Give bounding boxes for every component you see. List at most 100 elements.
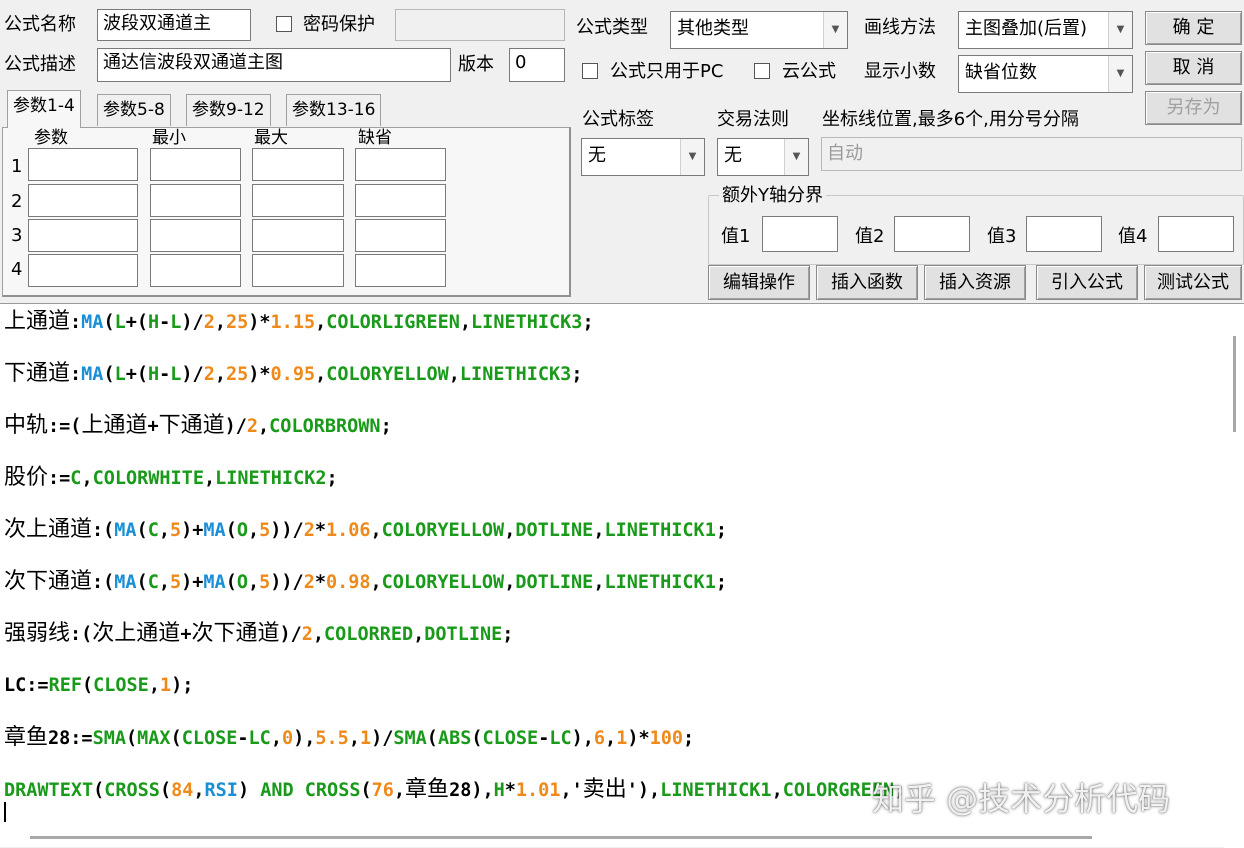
code-token: 章鱼: [405, 777, 450, 802]
chevron-down-icon[interactable]: ▼: [784, 139, 808, 175]
chevron-down-icon[interactable]: ▼: [1108, 12, 1132, 48]
code-token: ,: [214, 364, 226, 385]
code-token: )/: [181, 312, 204, 333]
code-token: 0: [281, 728, 294, 749]
code-token: 次上通道: [92, 621, 181, 646]
code-line: 强弱线:(次上通道+次下通道)/2,COLORRED,DOTLINE;: [4, 620, 513, 649]
param-default-input[interactable]: [355, 148, 446, 181]
param-name-input[interactable]: [28, 254, 138, 287]
param-max-input[interactable]: [252, 254, 344, 287]
code-token: ,: [605, 728, 617, 749]
code-token: 2: [203, 312, 215, 333]
param-header-max: 最大: [254, 128, 288, 148]
code-token: ;: [571, 364, 583, 385]
param-name-input[interactable]: [28, 219, 138, 252]
code-token: ,: [593, 520, 605, 541]
ok-button[interactable]: 确 定: [1145, 11, 1242, 45]
code-token: ,: [247, 572, 260, 593]
tab-params-1-4[interactable]: 参数1-4: [7, 90, 81, 128]
param-min-input[interactable]: [150, 219, 241, 252]
code-token: SMA: [393, 728, 427, 749]
formula-name-input[interactable]: 波段双通道主: [97, 9, 251, 41]
param-max-input[interactable]: [252, 219, 344, 252]
param-max-input[interactable]: [252, 184, 344, 217]
cancel-button[interactable]: 取 消: [1145, 51, 1242, 85]
code-token: ;: [326, 468, 338, 489]
y-value-4-input[interactable]: [1158, 216, 1234, 252]
code-token: 1: [616, 728, 628, 749]
formula-desc-input[interactable]: 通达信波段双通道主图: [97, 48, 451, 82]
code-token: 25: [225, 312, 249, 333]
param-min-input[interactable]: [150, 148, 241, 181]
trade-rule-select[interactable]: 无 ▼: [717, 138, 809, 176]
code-token: 84: [171, 780, 194, 801]
pc-only-checkbox[interactable]: [582, 63, 598, 79]
param-name-input[interactable]: [28, 148, 138, 181]
edit-ops-button[interactable]: 编辑操作: [708, 265, 810, 300]
param-default-input[interactable]: [355, 184, 446, 217]
param-default-input[interactable]: [355, 219, 446, 252]
param-min-input[interactable]: [150, 184, 241, 217]
test-formula-button[interactable]: 测试公式: [1144, 265, 1242, 300]
formula-tag-value: 无: [588, 145, 606, 166]
cloud-formula-checkbox[interactable]: [754, 63, 770, 79]
code-token: MA: [203, 572, 226, 593]
code-token: )+: [181, 572, 204, 593]
chevron-down-icon[interactable]: ▼: [1108, 56, 1132, 92]
code-token: ,: [312, 624, 325, 645]
code-token: DOTLINE: [515, 572, 594, 593]
insert-function-button[interactable]: 插入函数: [816, 265, 918, 300]
draw-method-select[interactable]: 主图叠加(后置) ▼: [958, 11, 1133, 49]
horizontal-scrollbar[interactable]: [0, 826, 1224, 847]
formula-type-select[interactable]: 其他类型 ▼: [670, 11, 848, 49]
code-token: MA: [114, 520, 137, 541]
tab-params-5-8[interactable]: 参数5-8: [97, 94, 171, 126]
code-token: :: [70, 364, 82, 385]
code-token: ,: [81, 468, 93, 489]
chevron-down-icon[interactable]: ▼: [823, 12, 847, 48]
code-token: 28: [449, 780, 472, 801]
code-token: ': [626, 780, 638, 801]
y-value-1-label: 值1: [721, 226, 751, 247]
y-value-3-input[interactable]: [1026, 216, 1102, 252]
scrollbar-thumb[interactable]: [1233, 336, 1236, 432]
param-max-input[interactable]: [252, 148, 344, 181]
code-token: 5: [259, 520, 271, 541]
code-token: ,: [448, 364, 460, 385]
insert-resource-button[interactable]: 插入资源: [924, 265, 1026, 300]
formula-type-label: 公式类型: [576, 17, 648, 38]
save-as-button[interactable]: 另存为: [1145, 91, 1242, 125]
y-value-2-input[interactable]: [894, 216, 970, 252]
param-name-input[interactable]: [28, 184, 138, 217]
param-header-default: 缺省: [358, 128, 392, 148]
cloud-formula-label: 云公式: [782, 61, 836, 82]
vertical-scrollbar[interactable]: [1224, 304, 1244, 848]
formula-tag-select[interactable]: 无 ▼: [581, 138, 705, 176]
code-token: ,: [393, 780, 406, 801]
code-token: ;: [582, 312, 594, 333]
chevron-down-icon[interactable]: ▼: [680, 139, 704, 175]
pc-only-label: 公式只用于PC: [610, 61, 724, 82]
y-value-1-input[interactable]: [762, 216, 838, 252]
param-default-input[interactable]: [355, 254, 446, 287]
tab-params-13-16[interactable]: 参数13-16: [286, 94, 382, 126]
tab-params-9-12[interactable]: 参数9-12: [186, 94, 271, 126]
password-protect-checkbox[interactable]: [276, 16, 292, 32]
param-min-input[interactable]: [150, 254, 241, 287]
code-token: ,: [270, 728, 282, 749]
decimal-select[interactable]: 缺省位数 ▼: [958, 55, 1133, 93]
code-token: ),: [571, 728, 594, 749]
code-token: L: [114, 312, 126, 333]
coord-line-input: 自动: [821, 137, 1242, 171]
code-token: MA: [81, 312, 104, 333]
code-token: H: [148, 364, 160, 385]
code-token: 28: [48, 728, 71, 749]
version-input[interactable]: 0: [509, 48, 565, 82]
code-token: AND: [260, 780, 294, 801]
code-token: ,: [148, 675, 160, 696]
code-line: 次上通道:(MA(C,5)+MA(O,5))/2*1.06,COLORYELLO…: [4, 516, 727, 545]
import-formula-button[interactable]: 引入公式: [1036, 265, 1138, 300]
code-token: ;: [715, 572, 727, 593]
scrollbar-thumb[interactable]: [30, 836, 1092, 839]
code-token: ,: [214, 312, 226, 333]
